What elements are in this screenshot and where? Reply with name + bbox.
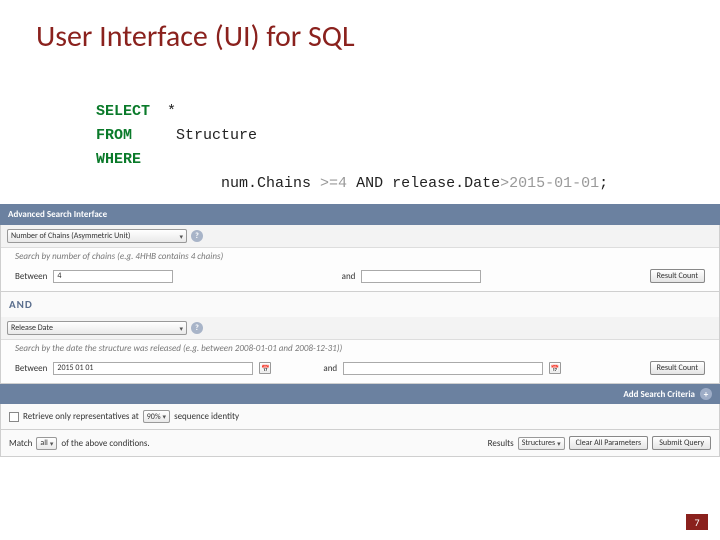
sql-field: release.Date: [392, 175, 500, 192]
help-icon[interactable]: ?: [191, 230, 203, 242]
to-date-input[interactable]: [343, 362, 543, 375]
sql-from-kw: FROM: [96, 124, 158, 148]
search-footer-2: Match all ▾ of the above conditions. Res…: [0, 430, 720, 457]
page-number: 7: [686, 514, 708, 530]
dropdown-label: all: [40, 438, 48, 448]
between-label: Between: [15, 363, 47, 374]
criterion-description: Search by the date the structure was rel…: [1, 340, 719, 357]
results-label: Results: [488, 438, 514, 449]
dropdown-label: Structures: [522, 438, 555, 448]
chevron-down-icon: ▾: [179, 324, 183, 333]
sql-code-block: SELECT * FROM Structure WHERE num.Chains…: [96, 100, 608, 220]
retrieve-text: Retrieve only representatives at: [23, 411, 139, 422]
from-input[interactable]: 4: [53, 270, 173, 283]
sql-select-body: *: [158, 100, 176, 124]
result-count-button[interactable]: Result Count: [650, 361, 705, 375]
search-footer: Retrieve only representatives at 90% ▾ s…: [0, 404, 720, 430]
and-separator: AND: [0, 292, 720, 317]
sql-from-body: Structure: [158, 124, 257, 148]
help-icon[interactable]: ?: [191, 322, 203, 334]
criterion-block: Release Date ▾ ? Search by the date the …: [0, 317, 720, 384]
to-input[interactable]: [361, 270, 481, 283]
slide-title: User Interface (UI) for SQL: [36, 18, 355, 55]
chevron-down-icon: ▾: [50, 439, 54, 448]
sql-op: >=4: [320, 175, 347, 192]
match-dropdown[interactable]: all ▾: [36, 437, 57, 450]
criterion-type-dropdown[interactable]: Release Date ▾: [7, 321, 187, 335]
criterion-description: Search by number of chains (e.g. 4HHB co…: [1, 248, 719, 265]
between-label: Between: [15, 271, 47, 282]
and-label: and: [342, 271, 356, 282]
retrieve-text: sequence identity: [174, 411, 239, 422]
results-dropdown[interactable]: Structures ▾: [518, 437, 565, 450]
clear-all-button[interactable]: Clear All Parameters: [569, 436, 649, 450]
criterion-block: Number of Chains (Asymmetric Unit) ▾ ? S…: [0, 225, 720, 292]
advanced-search-panel: Advanced Search Interface Number of Chai…: [0, 204, 720, 457]
identity-dropdown[interactable]: 90% ▾: [143, 410, 170, 423]
chevron-down-icon: ▾: [163, 412, 167, 421]
sql-val: 2015-01-01: [509, 175, 599, 192]
calendar-icon[interactable]: 📅: [259, 362, 271, 374]
match-suffix: of the above conditions.: [61, 438, 149, 449]
dropdown-label: Number of Chains (Asymmetric Unit): [11, 231, 130, 241]
dropdown-label: 90%: [147, 412, 161, 422]
plus-icon: +: [700, 388, 712, 400]
from-date-input[interactable]: 2015 01 01: [53, 362, 253, 375]
sql-select-kw: SELECT: [96, 100, 158, 124]
add-search-criteria-bar[interactable]: Add Search Criteria +: [0, 384, 720, 404]
sql-field: num.Chains: [212, 175, 320, 192]
criterion-type-dropdown[interactable]: Number of Chains (Asymmetric Unit) ▾: [7, 229, 187, 243]
dropdown-label: Release Date: [11, 323, 53, 333]
chevron-down-icon: ▾: [557, 439, 561, 448]
submit-query-button[interactable]: Submit Query: [652, 436, 711, 450]
sql-op: >: [500, 175, 509, 192]
sql-terminator: ;: [599, 175, 608, 192]
calendar-icon[interactable]: 📅: [549, 362, 561, 374]
sql-and: AND: [347, 175, 392, 192]
result-count-button[interactable]: Result Count: [650, 269, 705, 283]
chevron-down-icon: ▾: [179, 232, 183, 241]
and-label: and: [323, 363, 337, 374]
add-criteria-label: Add Search Criteria: [623, 389, 695, 400]
advanced-search-header: Advanced Search Interface: [0, 204, 720, 225]
match-label: Match: [9, 438, 32, 449]
representatives-checkbox[interactable]: [9, 412, 19, 422]
